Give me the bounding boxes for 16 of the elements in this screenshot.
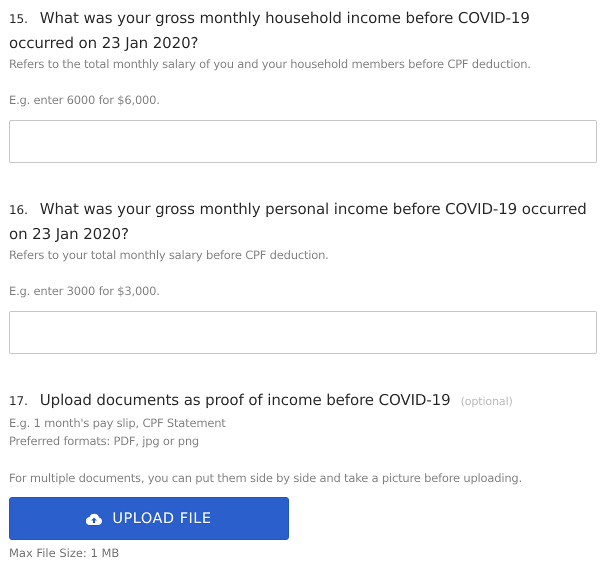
question-title: 16. What was your gross monthly personal income before COVID-19 occurred on 23 Jan 2020? — [9, 199, 588, 245]
example-text: E.g. enter 6000 for $6,000. — [9, 92, 161, 109]
question-hint: Refers to the total monthly salary of you and your household members before CPF deduction. — [9, 56, 532, 73]
upload-file-button[interactable]: UPLOAD FILE — [9, 497, 289, 540]
question-hint: E.g. 1 month's pay slip, CPF Statement — [9, 415, 227, 432]
file-size-note: Max File Size: 1 MB — [9, 546, 120, 560]
optional-label: (optional) — [460, 395, 513, 408]
question-title: 17. Upload documents as proof of income before COVID-19 (optional) — [9, 390, 514, 411]
input-field[interactable] — [9, 311, 597, 354]
instruction-text: For multiple documents, you can put them side by side and take a picture before uploading. — [9, 470, 523, 487]
example-text: E.g. enter 3000 for $3,000. — [9, 283, 161, 300]
question-hint: Refers to your total monthly salary before CPF deduction. — [9, 247, 330, 264]
cloud-upload-icon — [86, 512, 102, 524]
question-title: 15. What was your gross monthly household income before COVID-19 occurred on 23 Jan 2020? — [9, 8, 531, 54]
input-field[interactable] — [9, 120, 597, 163]
question-hint: Preferred formats: PDF, jpg or png — [9, 433, 200, 450]
